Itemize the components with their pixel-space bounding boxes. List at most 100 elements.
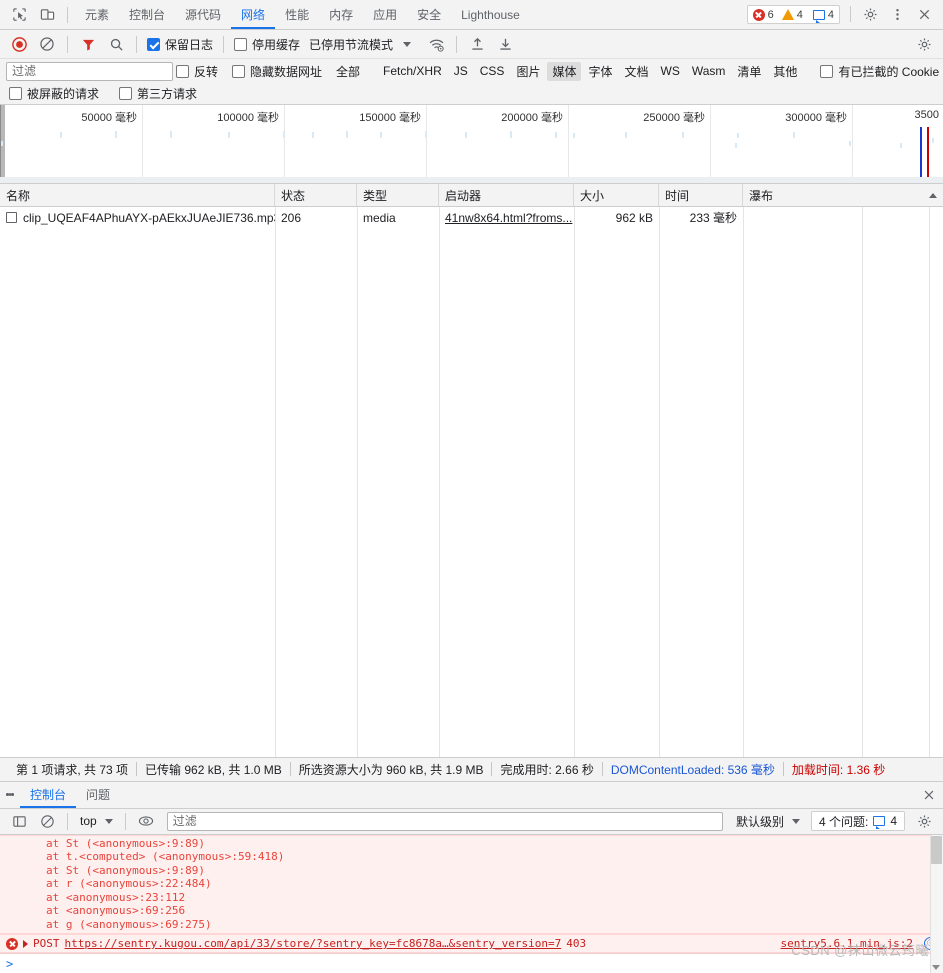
hide-data-urls-checkbox[interactable]: 隐藏数据网址 bbox=[229, 63, 325, 80]
throttling-label[interactable]: 已停用节流模式 bbox=[305, 36, 393, 53]
more-options-icon[interactable] bbox=[884, 2, 910, 28]
filter-type-js[interactable]: JS bbox=[449, 63, 473, 79]
filter-type-other[interactable]: 其他 bbox=[768, 62, 802, 81]
search-icon[interactable] bbox=[103, 32, 129, 56]
disable-cache-checkbox[interactable]: 停用缓存 bbox=[231, 36, 303, 53]
warning-counter[interactable]: 4 bbox=[781, 9, 803, 21]
requests-table: 名称 状态 类型 启动器 大小 时间 瀑布 clip_UQEAF4APhuAYX… bbox=[0, 184, 943, 757]
column-header-waterfall[interactable]: 瀑布 bbox=[743, 184, 943, 206]
close-devtools-icon[interactable] bbox=[911, 2, 937, 28]
clear-button[interactable] bbox=[34, 32, 60, 56]
filter-type-img[interactable]: 图片 bbox=[511, 62, 545, 81]
error-url-link[interactable]: https://sentry.kugou.com/api/33/store/?s… bbox=[65, 937, 562, 950]
expand-triangle-icon[interactable] bbox=[23, 939, 28, 948]
cell-initiator[interactable]: 41nw8x64.html?froms... bbox=[439, 207, 574, 228]
tab-lighthouse[interactable]: Lighthouse bbox=[451, 0, 530, 29]
filter-type-css[interactable]: CSS bbox=[475, 63, 510, 79]
column-header-type[interactable]: 类型 bbox=[357, 184, 439, 206]
import-har-icon[interactable] bbox=[464, 32, 490, 56]
blocked-cookies-checkbox[interactable]: 有已拦截的 Cookie bbox=[817, 63, 942, 80]
initiator-link[interactable]: 41nw8x64.html?froms... bbox=[445, 211, 572, 225]
network-settings-gear-icon[interactable] bbox=[911, 32, 937, 56]
console-sidebar-toggle-icon[interactable] bbox=[6, 809, 32, 833]
requests-table-header: 名称 状态 类型 启动器 大小 时间 瀑布 bbox=[0, 184, 943, 207]
error-counter[interactable]: 6 bbox=[752, 8, 774, 21]
settings-gear-icon[interactable] bbox=[857, 2, 883, 28]
console-scrollbar[interactable] bbox=[930, 834, 943, 973]
tab-label: 元素 bbox=[85, 8, 110, 22]
tab-network[interactable]: 网络 bbox=[231, 0, 276, 29]
column-label: 状态 bbox=[281, 188, 306, 203]
tab-console[interactable]: 控制台 bbox=[119, 0, 175, 29]
third-party-checkbox[interactable]: 第三方请求 bbox=[116, 85, 200, 102]
column-header-name[interactable]: 名称 bbox=[0, 184, 275, 206]
drawer-tab-console[interactable]: 控制台 bbox=[20, 782, 77, 808]
console-issues-button[interactable]: 4 个问题: 4 bbox=[810, 811, 905, 831]
network-overview-timeline[interactable]: 50000 毫秒 100000 毫秒 150000 毫秒 200000 毫秒 2… bbox=[0, 105, 943, 184]
column-header-status[interactable]: 状态 bbox=[275, 184, 357, 206]
overview-tick-label: 300000 毫秒 bbox=[785, 112, 847, 124]
message-counter[interactable]: 4 bbox=[812, 9, 834, 23]
table-row[interactable]: clip_UQEAF4APhuAYX-pAEkxJUAeJIE736.mp3 2… bbox=[0, 207, 943, 228]
preserve-log-checkbox[interactable]: 保留日志 bbox=[144, 36, 216, 53]
console-log-level-selector[interactable]: 默认级别 bbox=[731, 812, 805, 831]
console-context-selector[interactable]: top bbox=[75, 813, 118, 829]
cell-waterfall bbox=[743, 207, 943, 228]
overview-tick-label: 150000 毫秒 bbox=[359, 112, 421, 124]
error-status-code: 403 bbox=[566, 937, 587, 950]
scroll-down-arrow-icon[interactable] bbox=[932, 965, 940, 970]
console-settings-gear-icon[interactable] bbox=[911, 809, 937, 833]
column-header-size[interactable]: 大小 bbox=[574, 184, 659, 206]
filter-type-fetch-xhr[interactable]: Fetch/XHR bbox=[378, 63, 447, 79]
tab-application[interactable]: 应用 bbox=[363, 0, 407, 29]
record-button[interactable] bbox=[6, 32, 32, 56]
hide-data-urls-box bbox=[232, 64, 246, 78]
tab-performance[interactable]: 性能 bbox=[275, 0, 319, 29]
invert-checkbox[interactable]: 反转 bbox=[173, 63, 221, 80]
wifi-settings-icon[interactable] bbox=[423, 32, 449, 56]
overview-scrubber[interactable] bbox=[0, 177, 943, 183]
column-header-time[interactable]: 时间 bbox=[659, 184, 743, 206]
tab-sources[interactable]: 源代码 bbox=[175, 0, 231, 29]
requests-table-body[interactable]: clip_UQEAF4APhuAYX-pAEkxJUAeJIE736.mp3 2… bbox=[0, 207, 943, 757]
filter-funnel-icon[interactable] bbox=[75, 32, 101, 56]
filter-type-manifest[interactable]: 清单 bbox=[732, 62, 766, 81]
console-prompt[interactable]: > bbox=[0, 953, 943, 973]
filter-type-doc[interactable]: 文档 bbox=[619, 62, 653, 81]
error-source-link[interactable]: sentry5.6.1.min.js:2 bbox=[781, 937, 913, 950]
blocked-requests-checkbox[interactable]: 被屏蔽的请求 bbox=[6, 85, 102, 102]
filter-type-media[interactable]: 媒体 bbox=[547, 61, 582, 81]
disable-cache-label: 停用缓存 bbox=[252, 37, 301, 52]
export-har-icon[interactable] bbox=[492, 32, 518, 56]
console-filter-input[interactable] bbox=[166, 811, 723, 831]
column-header-initiator[interactable]: 启动器 bbox=[439, 184, 574, 206]
device-toolbar-icon[interactable] bbox=[34, 2, 60, 28]
tab-security[interactable]: 安全 bbox=[407, 0, 451, 29]
filter-type-font[interactable]: 字体 bbox=[583, 62, 617, 81]
filter-type-wasm[interactable]: Wasm bbox=[687, 63, 731, 79]
console-error-entry[interactable]: POST https://sentry.kugou.com/api/33/sto… bbox=[0, 934, 943, 953]
live-expression-eye-icon[interactable] bbox=[133, 809, 159, 833]
preserve-log-box bbox=[147, 37, 160, 51]
filter-type-ws[interactable]: WS bbox=[656, 63, 685, 79]
scrollbar-thumb[interactable] bbox=[931, 835, 942, 864]
tab-elements[interactable]: 元素 bbox=[75, 0, 119, 29]
console-clear-icon[interactable] bbox=[34, 809, 60, 833]
drawer-close-icon[interactable] bbox=[915, 782, 943, 808]
drawer-tab-issues[interactable]: 问题 bbox=[76, 782, 120, 808]
resource-type: media bbox=[363, 210, 396, 225]
drawer-more-options-icon[interactable] bbox=[0, 782, 20, 808]
stack-line: at g (<anonymous>:69:275) bbox=[46, 917, 212, 931]
inspect-element-icon[interactable] bbox=[6, 2, 32, 28]
chevron-down-icon[interactable] bbox=[403, 41, 412, 47]
network-filter-input[interactable] bbox=[6, 61, 173, 81]
issue-counters[interactable]: 6 4 4 bbox=[746, 5, 840, 24]
console-messages[interactable]: at St (<anonymous>:9:89) at t.<computed>… bbox=[0, 834, 943, 973]
filter-type-all[interactable]: 全部 bbox=[331, 62, 365, 81]
devtools-tabbar: 元素 控制台 源代码 网络 性能 内存 应用 安全 Lighthouse 6 4 bbox=[0, 0, 943, 30]
tab-memory[interactable]: 内存 bbox=[319, 0, 363, 29]
cell-name[interactable]: clip_UQEAF4APhuAYX-pAEkxJUAeJIE736.mp3 bbox=[0, 207, 275, 228]
row-checkbox[interactable] bbox=[6, 212, 17, 223]
overview-tick-label: 50000 毫秒 bbox=[81, 112, 137, 124]
stack-line: at r (<anonymous>:22:484) bbox=[46, 877, 212, 890]
